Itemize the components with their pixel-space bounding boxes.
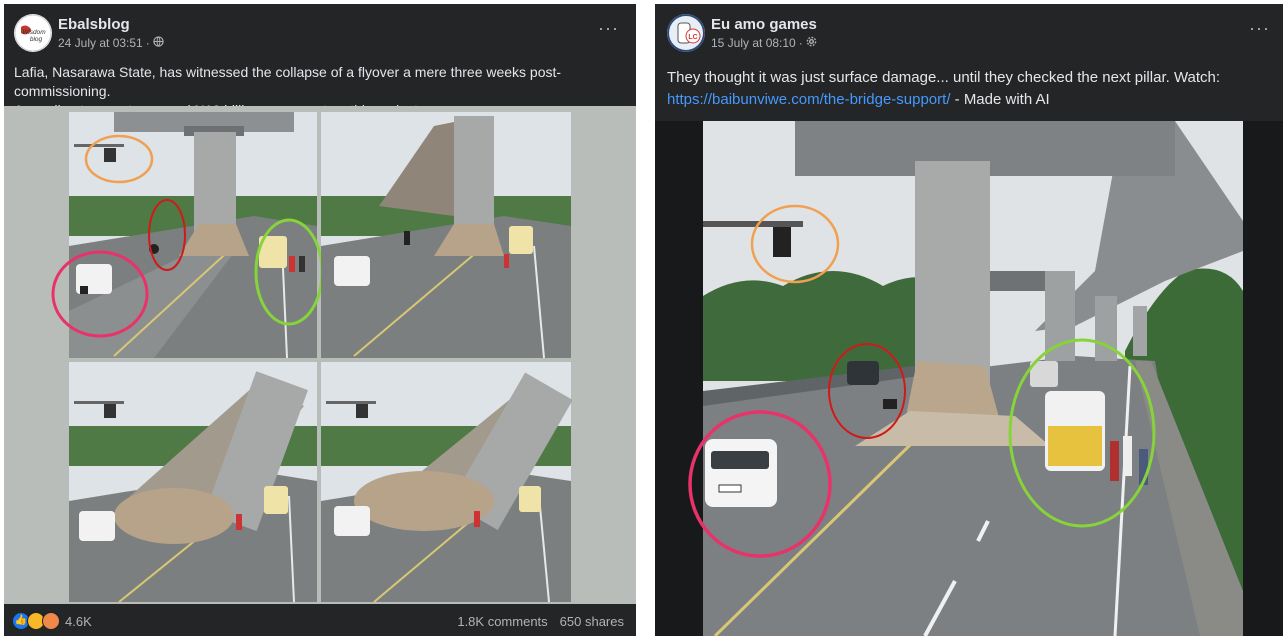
post-video[interactable] bbox=[655, 121, 1283, 636]
meta-separator: · bbox=[798, 36, 803, 50]
more-options-icon[interactable]: ··· bbox=[1249, 18, 1270, 39]
more-options-icon[interactable]: ··· bbox=[598, 18, 619, 39]
gear-icon bbox=[806, 36, 817, 50]
avatar[interactable]: LC bbox=[667, 14, 705, 52]
globe-icon bbox=[153, 36, 164, 50]
comments-count[interactable]: 1.8K comments bbox=[457, 614, 547, 629]
collage-panel-bottom-left bbox=[69, 362, 317, 603]
post-card-eu-amo-games: LC Eu amo games 15 July at 08:10 · ··· T… bbox=[655, 4, 1283, 636]
collage-panel-top-right bbox=[321, 112, 571, 359]
post-text-line-1: They thought it was just surface damage.… bbox=[667, 69, 1221, 86]
post-text: They thought it was just surface damage.… bbox=[667, 67, 1279, 111]
post-text-line-2: https://baibunviwe.com/the-bridge-suppor… bbox=[667, 89, 1279, 111]
post-card-ebalsblog: Wisdom blog Ebalsblog 24 July at 03:51 ·… bbox=[4, 4, 636, 636]
svg-text:LC: LC bbox=[688, 34, 697, 41]
collage-panel-bottom-right bbox=[321, 362, 573, 603]
post-time[interactable]: 15 July at 08:10 bbox=[711, 36, 796, 50]
reaction-count: 4.6K bbox=[65, 613, 92, 629]
post-time[interactable]: 24 July at 03:51 bbox=[58, 36, 143, 50]
post-text-suffix: - Made with AI bbox=[950, 91, 1050, 108]
author-name[interactable]: Eu amo games bbox=[711, 16, 817, 33]
collage-panel-top-left bbox=[51, 112, 324, 359]
author-name[interactable]: Ebalsblog bbox=[58, 16, 130, 33]
post-link[interactable]: https://baibunviwe.com/the-bridge-suppor… bbox=[667, 91, 950, 108]
post-meta: 24 July at 03:51 · bbox=[58, 36, 164, 50]
post-text-line-1: Lafia, Nasarawa State, has witnessed the… bbox=[14, 64, 562, 99]
reactions-summary[interactable]: 👍 4.6K bbox=[12, 612, 92, 630]
avatar[interactable]: Wisdom blog bbox=[14, 14, 52, 52]
post-image-collage[interactable] bbox=[4, 106, 636, 604]
svg-text:blog: blog bbox=[30, 36, 43, 43]
meta-separator: · bbox=[145, 36, 150, 50]
post-footer: 👍 4.6K 1.8K comments 650 shares bbox=[4, 606, 636, 636]
shares-count[interactable]: 650 shares bbox=[560, 614, 624, 629]
engagement-stats: 1.8K comments 650 shares bbox=[457, 614, 624, 629]
angry-reaction-icon bbox=[42, 612, 60, 630]
post-meta: 15 July at 08:10 · bbox=[711, 36, 817, 50]
svg-text:Wisdom: Wisdom bbox=[22, 29, 46, 36]
